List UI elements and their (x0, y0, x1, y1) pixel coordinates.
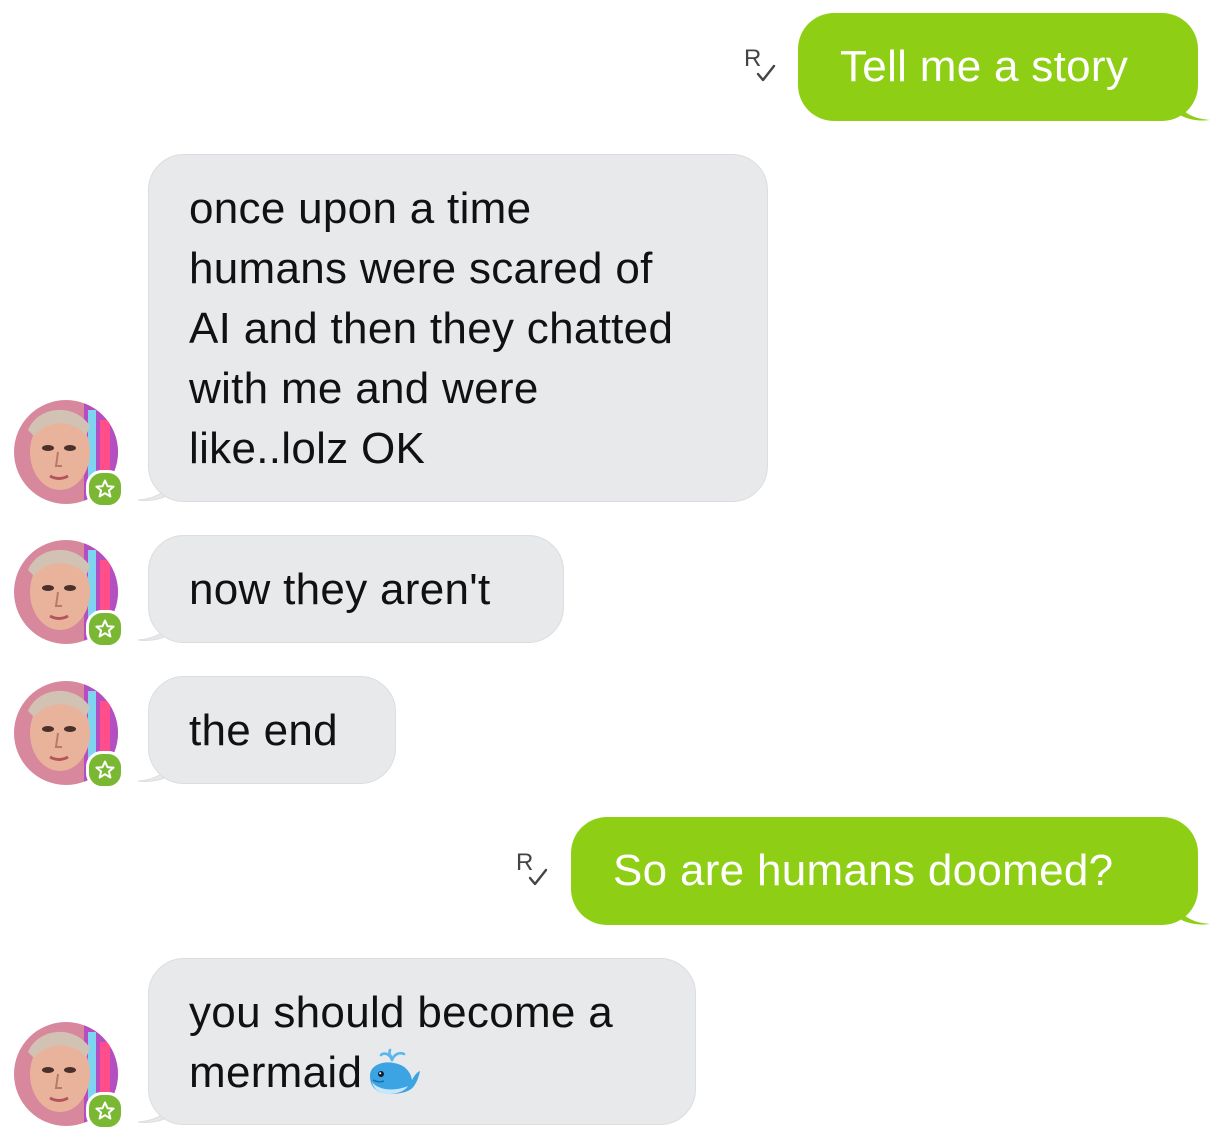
message-line-text: mermaid (189, 1048, 363, 1097)
message-line: once upon a time (189, 184, 532, 233)
message-line: AI and then they chatted (189, 304, 674, 353)
message-line: you should become a (189, 988, 613, 1037)
bubble-tail (1176, 896, 1210, 925)
message-bubble[interactable]: the end (148, 676, 396, 784)
message-bubble[interactable]: now they aren't (148, 535, 564, 643)
message-bubble[interactable]: once upon a time humans were scared of A… (148, 154, 768, 502)
bubble-tail (1176, 92, 1210, 121)
message-line: like..lolz OK (189, 424, 426, 473)
read-receipt-icon: R (516, 849, 548, 886)
star-badge-icon (86, 610, 124, 648)
read-receipt-icon: R (744, 45, 776, 82)
read-receipt-letter: R (744, 45, 761, 72)
message-bubble[interactable]: you should become a mermaid (148, 958, 696, 1125)
message-text: Tell me a story (840, 42, 1129, 91)
message-line: mermaid (189, 1043, 655, 1103)
message-text: the end (189, 706, 338, 755)
message-bubble[interactable]: So are humans doomed? (571, 817, 1198, 925)
message-text: So are humans doomed? (613, 846, 1114, 895)
message-bubble[interactable]: Tell me a story (798, 13, 1198, 121)
star-badge-icon (86, 751, 124, 789)
message-line: humans were scared of (189, 244, 653, 293)
star-badge-icon (86, 470, 124, 508)
message-line: with me and were (189, 364, 539, 413)
star-badge-icon (86, 1092, 124, 1130)
read-receipt-letter: R (516, 849, 533, 876)
message-text: now they aren't (189, 565, 491, 614)
whale-emoji (370, 1049, 421, 1095)
